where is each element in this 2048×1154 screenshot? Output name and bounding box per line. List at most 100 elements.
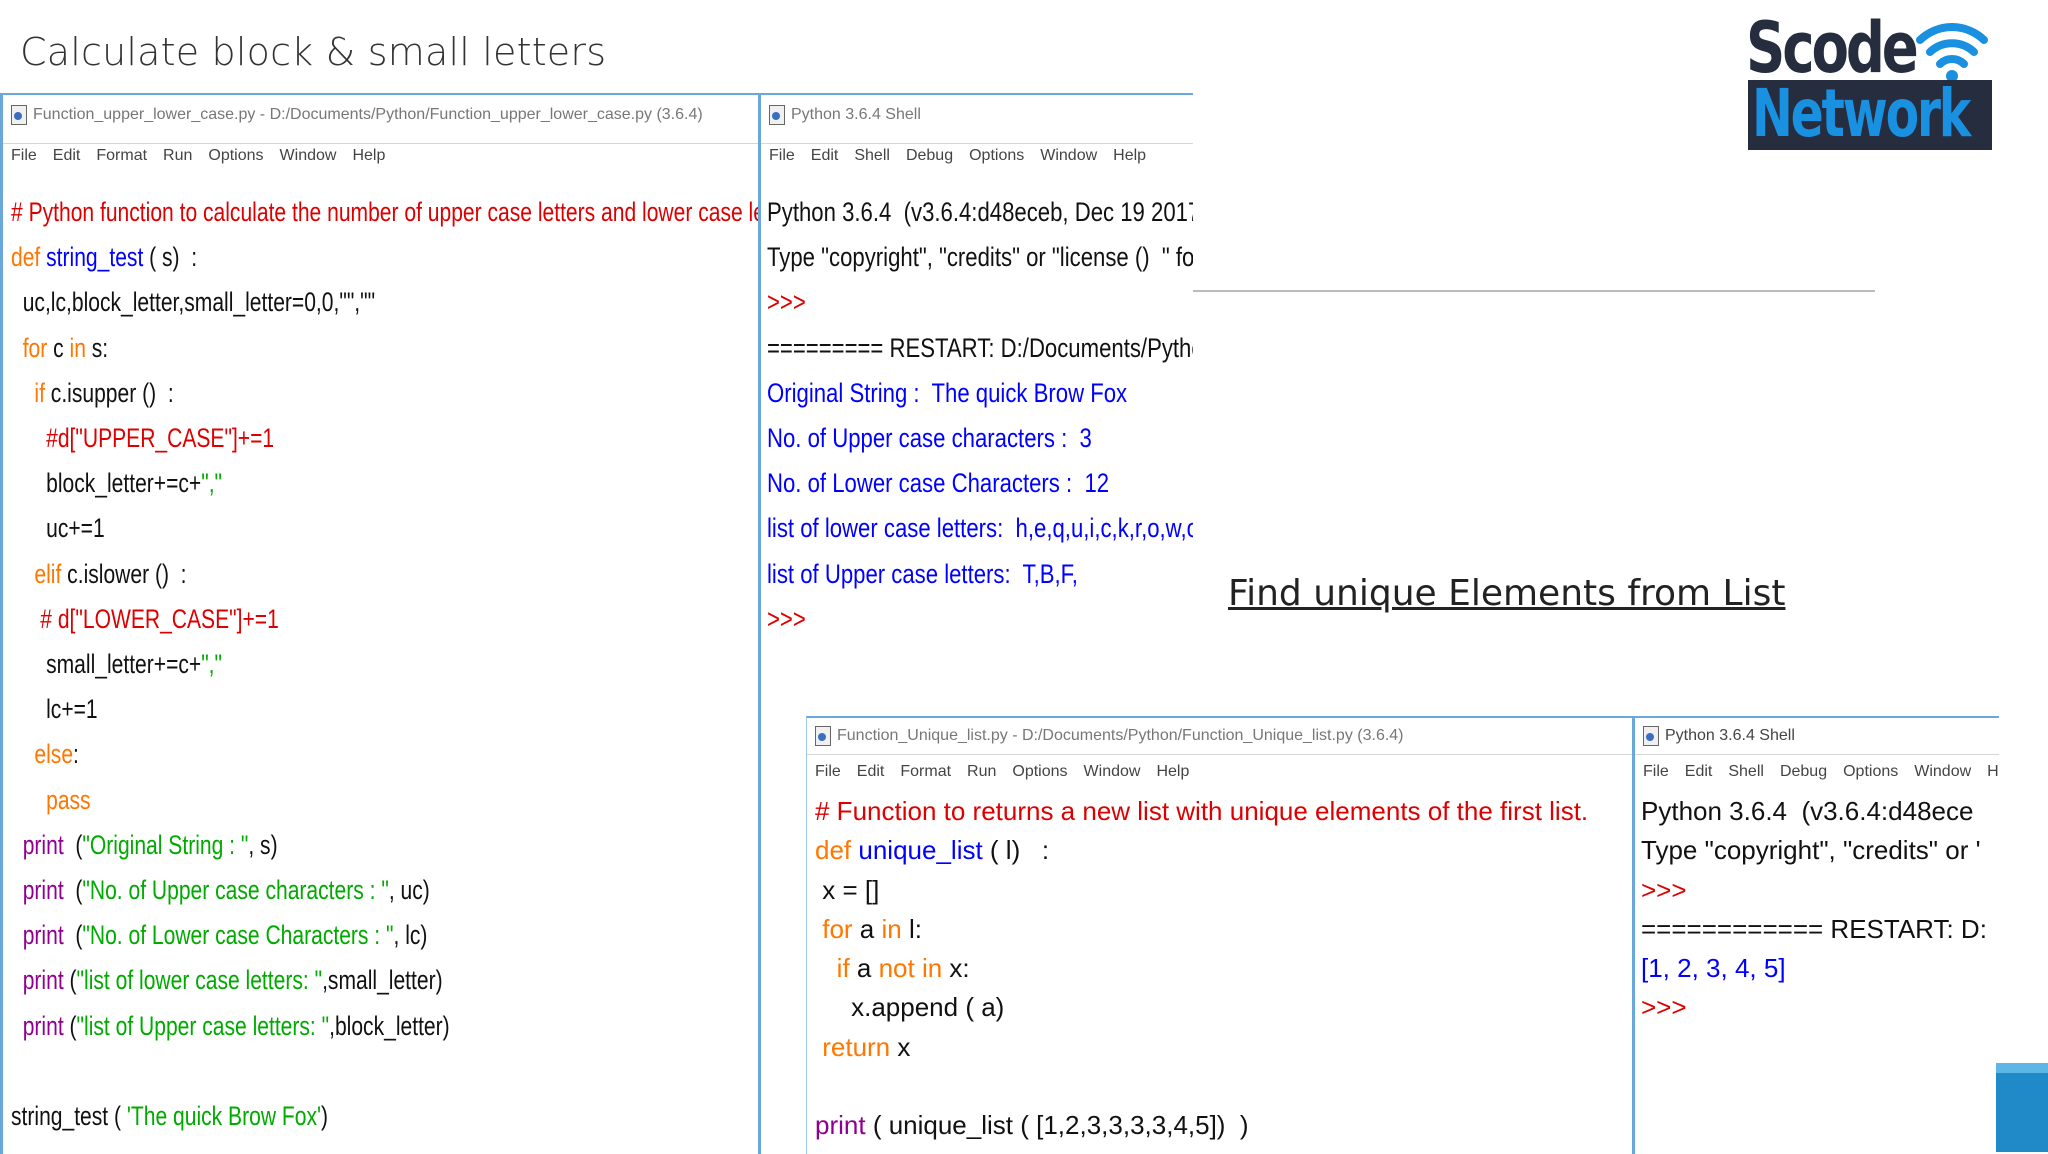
code-line: if a not in x: <box>815 949 1633 988</box>
code-token: for <box>815 913 860 944</box>
idle-editor-window-unique-list[interactable]: Function_Unique_list.py - D:/Documents/P… <box>806 716 1633 1154</box>
code-token: print <box>11 965 70 996</box>
window-title: Python 3.6.4 Shell <box>1665 727 1795 745</box>
code-token: #d["UPPER_CASE"]+=1 <box>11 423 275 454</box>
code-line: Original String : The quick Brow Fox <box>767 371 1193 416</box>
code-token: for <box>11 332 54 363</box>
code-line <box>11 1049 763 1094</box>
corner-accent <box>1996 1063 2048 1152</box>
code-token: elif <box>11 558 68 589</box>
code-editor[interactable]: # Function to returns a new list with un… <box>815 792 1633 1146</box>
code-token: ( <box>69 965 77 996</box>
code-line: print ("list of Upper case letters: ",bl… <box>11 1004 763 1049</box>
code-line: string_test ( 'The quick Brow Fox') <box>11 1094 763 1139</box>
code-token: c <box>53 332 70 363</box>
code-token: in <box>69 332 92 363</box>
window-titlebar[interactable]: Function_upper_lower_case.py - D:/Docume… <box>3 105 763 145</box>
code-line: # Python function to calculate the numbe… <box>11 190 763 235</box>
menu-file[interactable]: File <box>11 147 37 165</box>
code-token: ( unique_list ( [1,2,3,3,3,3,4,5]) ) <box>872 1110 1249 1141</box>
menu-edit[interactable]: Edit <box>857 763 885 781</box>
menu-window[interactable]: Window <box>1040 147 1097 165</box>
menu-options[interactable]: Options <box>208 147 263 165</box>
code-line: print ( unique_list ( [1,2,3,3,3,3,4,5])… <box>815 1106 1633 1145</box>
code-token: uc+=1 <box>11 513 105 544</box>
code-token: ( <box>69 829 83 860</box>
shell-output[interactable]: Python 3.6.4 (v3.6.4:d48eceb, Dec 19 201… <box>767 190 1193 642</box>
code-editor[interactable]: # Python function to calculate the numbe… <box>11 190 763 1139</box>
code-token: Original String : The quick Brow Fox <box>767 377 1128 408</box>
code-line: >>> <box>1641 988 1999 1027</box>
code-token: [1, 2, 3, 4, 5] <box>1641 953 1786 984</box>
code-line: pass <box>11 778 763 823</box>
code-line: list of Upper case letters: T,B,F, <box>767 552 1193 597</box>
code-line: #d["UPPER_CASE"]+=1 <box>11 416 763 461</box>
code-token: # d["LOWER_CASE"]+=1 <box>11 603 279 634</box>
menu-options[interactable]: Options <box>969 147 1024 165</box>
menu-run[interactable]: Run <box>163 147 192 165</box>
menu-options[interactable]: Options <box>1012 763 1067 781</box>
menu-window[interactable]: Window <box>280 147 337 165</box>
code-token: , lc) <box>393 920 428 951</box>
window-titlebar[interactable]: Python 3.6.4 Shell <box>1635 726 1999 766</box>
window-titlebar[interactable]: Python 3.6.4 Shell <box>761 105 1193 145</box>
code-token: x: <box>949 953 970 984</box>
python-shell-window-2[interactable]: Python 3.6.4 Shell File Edit Shell Debug Opt… <box>1632 716 1999 1154</box>
code-token: "," <box>201 468 223 499</box>
menu-options[interactable]: Options <box>1843 763 1898 781</box>
code-token: 'The quick Brow Fox' <box>126 1101 322 1132</box>
code-line: ============ RESTART: D: <box>1641 910 1999 949</box>
window-titlebar[interactable]: Function_Unique_list.py - D:/Documents/P… <box>807 726 1633 766</box>
titlebar-separator <box>3 143 763 144</box>
code-token: def <box>11 242 47 273</box>
menu-edit[interactable]: Edit <box>1685 763 1713 781</box>
code-token: "No. of Upper case characters : " <box>82 875 389 906</box>
shell-output[interactable]: Python 3.6.4 (v3.6.4:d48ece Type "copyrig… <box>1641 792 1999 1028</box>
menu-format[interactable]: Format <box>900 763 951 781</box>
menu-bar: File Edit Format Run Options Window Help <box>807 763 1633 793</box>
menu-edit[interactable]: Edit <box>811 147 839 165</box>
code-token: "Original String : " <box>82 829 249 860</box>
code-line: print ("No. of Upper case characters : "… <box>11 868 763 913</box>
menu-window[interactable]: Window <box>1914 763 1971 781</box>
idle-editor-window-upper-lower[interactable]: Function_upper_lower_case.py - D:/Docume… <box>0 93 763 1154</box>
menu-help[interactable]: Help <box>352 147 385 165</box>
code-token: >>> <box>767 603 812 634</box>
menu-shell[interactable]: Shell <box>1728 763 1764 781</box>
code-line: print ("No. of Lower case Characters : "… <box>11 913 763 958</box>
code-token: a <box>856 953 879 984</box>
divider-line <box>1190 290 1875 292</box>
code-token: Python 3.6.4 (v3.6.4:d48ece <box>1641 796 1974 826</box>
section-heading: Find unique Elements from List <box>1228 573 1786 614</box>
code-line: >>> <box>767 597 1193 642</box>
code-line: [1, 2, 3, 4, 5] <box>1641 949 1999 988</box>
menu-edit[interactable]: Edit <box>53 147 81 165</box>
menu-file[interactable]: File <box>815 763 841 781</box>
code-token: # Python function to calculate the numbe… <box>11 197 763 227</box>
code-token: x = [] <box>815 874 880 905</box>
code-token: x.append ( a) <box>815 992 1005 1023</box>
code-token: if <box>815 953 857 984</box>
menu-debug[interactable]: Debug <box>906 147 953 165</box>
scode-network-logo: Scode Network <box>1746 8 1994 150</box>
menu-h[interactable]: H <box>1987 763 1999 781</box>
code-token: ,block_letter) <box>329 1010 450 1041</box>
menu-window[interactable]: Window <box>1084 763 1141 781</box>
code-token: small_letter+=c+ <box>11 649 202 680</box>
python-shell-icon <box>1643 726 1659 746</box>
code-token: ========= RESTART: D:/Documents/Python/F… <box>767 332 1193 363</box>
menu-debug[interactable]: Debug <box>1780 763 1827 781</box>
menu-help[interactable]: Help <box>1156 763 1189 781</box>
menu-help[interactable]: Help <box>1113 147 1146 165</box>
code-token: print <box>11 875 70 906</box>
code-token: x <box>897 1031 911 1062</box>
menu-file[interactable]: File <box>769 147 795 165</box>
menu-format[interactable]: Format <box>96 147 147 165</box>
code-line: if c.isupper () : <box>11 371 763 416</box>
code-token: ( <box>69 1010 77 1041</box>
menu-run[interactable]: Run <box>967 763 996 781</box>
menu-shell[interactable]: Shell <box>854 147 890 165</box>
code-token: print <box>11 920 70 951</box>
code-token: print <box>11 829 70 860</box>
menu-file[interactable]: File <box>1643 763 1669 781</box>
